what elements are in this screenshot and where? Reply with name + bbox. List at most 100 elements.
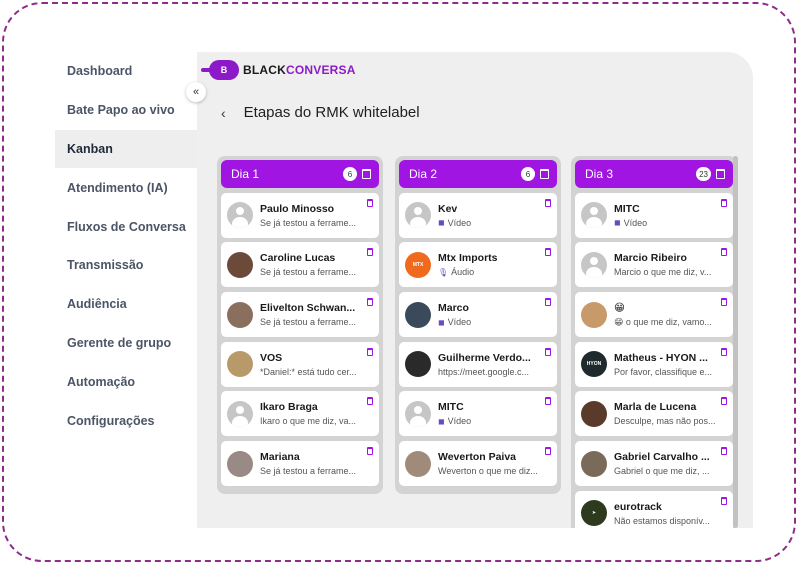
trash-icon[interactable] — [367, 198, 373, 207]
kanban-card[interactable]: Marcio Ribeiro Marcio o que me diz, v... — [575, 242, 733, 288]
trash-icon[interactable] — [545, 347, 551, 356]
trash-icon[interactable] — [721, 397, 727, 406]
avatar — [581, 301, 607, 328]
contact-name: eurotrack — [614, 500, 662, 513]
sidebar-item-gerente-de-grupo[interactable]: Gerente de grupo — [55, 324, 197, 363]
kanban-card[interactable]: Elivelton Schwan... Se já testou a ferra… — [221, 292, 379, 338]
last-message: Marcio o que me diz, v... — [614, 267, 712, 278]
last-message: 🎙 Áudio — [438, 267, 475, 278]
avatar — [581, 400, 607, 427]
contact-name: MITC — [438, 401, 464, 414]
trash-icon[interactable] — [545, 298, 551, 307]
trash-icon[interactable] — [721, 248, 727, 257]
kanban-card[interactable]: Ikaro Braga Ikaro o que me diz, va... — [221, 391, 379, 437]
trash-icon[interactable] — [367, 397, 373, 406]
avatar — [227, 400, 253, 427]
kanban-card[interactable]: Caroline Lucas Se já testou a ferrame... — [221, 242, 379, 288]
back-arrow-icon[interactable]: ‹ — [221, 105, 226, 121]
avatar — [227, 351, 253, 378]
sidebar-item-configura-es[interactable]: Configurações — [55, 401, 197, 440]
trash-icon[interactable] — [545, 397, 551, 406]
kanban-card[interactable]: Marco ◼ Vídeo — [399, 292, 557, 338]
kanban-card[interactable]: Paulo Minosso Se já testou a ferrame... — [221, 192, 379, 238]
kanban-card[interactable]: VOS *Daniel:* está tudo cer... — [221, 341, 379, 387]
last-message: ◼ Vídeo — [614, 217, 648, 228]
last-message: ◼ Vídeo — [438, 217, 472, 228]
sidebar-item-audi-ncia[interactable]: Audiência — [55, 285, 197, 324]
kanban-card[interactable]: Mariana Se já testou a ferrame... — [221, 441, 379, 487]
video-icon: ◼ — [438, 317, 445, 327]
video-icon: ◼ — [438, 416, 445, 426]
kanban-card[interactable]: Gabriel Carvalho ... Gabriel o que me di… — [575, 441, 733, 487]
contact-name: Ikaro Braga — [260, 401, 318, 414]
kanban-card[interactable]: Guilherme Verdo... https://meet.google.c… — [399, 341, 557, 387]
avatar — [405, 301, 431, 328]
trash-icon[interactable] — [367, 447, 373, 456]
page-header: ‹ Etapas do RMK whitelabel — [221, 104, 420, 121]
trash-icon[interactable] — [721, 198, 727, 207]
contact-name: Mtx Imports — [438, 252, 498, 265]
sidebar-item-atendimento-ia-[interactable]: Atendimento (IA) — [55, 168, 197, 207]
kanban-column: Dia 1 6 Paulo Minosso Se já testou a fer… — [217, 156, 383, 494]
trash-icon[interactable] — [367, 298, 373, 307]
avatar — [405, 351, 431, 378]
kanban-card[interactable]: Weverton Paiva Weverton o que me diz... — [399, 441, 557, 487]
avatar — [227, 202, 253, 229]
trash-icon[interactable] — [545, 248, 551, 257]
last-message: Se já testou a ferrame... — [260, 466, 357, 477]
trash-icon[interactable] — [545, 447, 551, 456]
sidebar-item-kanban[interactable]: Kanban — [55, 129, 197, 169]
last-message: ◼ Vídeo — [438, 317, 472, 328]
page-title: Etapas do RMK whitelabel — [243, 104, 420, 121]
trash-icon[interactable] — [367, 347, 373, 356]
kanban-card[interactable]: MITC ◼ Vídeo — [575, 192, 733, 238]
sidebar-item-transmiss-o[interactable]: Transmissão — [55, 246, 197, 285]
avatar — [227, 251, 253, 278]
double-chevron-left-icon: « — [192, 86, 200, 98]
kanban-card[interactable]: MTX Mtx Imports 🎙 Áudio — [399, 242, 557, 288]
contact-name: MITC — [614, 202, 640, 215]
kanban-card[interactable]: HYON Matheus - HYON ... Por favor, class… — [575, 341, 733, 387]
contact-name: Elivelton Schwan... — [260, 302, 356, 315]
last-message: Desculpe, mas não pos... — [614, 416, 716, 427]
sidebar-item-automa-o[interactable]: Automação — [55, 362, 197, 401]
last-message: ◼ Vídeo — [438, 416, 472, 427]
avatar: ➤ — [581, 500, 607, 527]
avatar — [581, 450, 607, 477]
trash-icon[interactable] — [540, 169, 549, 179]
trash-icon[interactable] — [362, 169, 371, 179]
last-message: Se já testou a ferrame... — [260, 317, 357, 328]
last-message: Gabriel o que me diz, ... — [614, 466, 710, 477]
board-scrollbar[interactable] — [733, 156, 738, 528]
avatar — [581, 202, 607, 229]
trash-icon[interactable] — [721, 298, 727, 307]
kanban-card[interactable]: 😁 😁 o que me diz, vamo... — [575, 292, 733, 338]
kanban-card[interactable]: MITC ◼ Vídeo — [399, 391, 557, 437]
contact-name: Paulo Minosso — [260, 202, 335, 215]
logo-text: BLACKCONVERSA — [243, 63, 356, 77]
kanban-card[interactable]: Marla de Lucena Desculpe, mas não pos... — [575, 391, 733, 437]
collapse-sidebar-button[interactable]: « — [186, 82, 206, 102]
last-message: Se já testou a ferrame... — [260, 267, 357, 278]
trash-icon[interactable] — [545, 198, 551, 207]
kanban-card[interactable]: ➤ eurotrack Não estamos disponív... — [575, 490, 733, 528]
sidebar-item-fluxos-de-conversa[interactable]: Fluxos de Conversa — [55, 207, 197, 246]
trash-icon[interactable] — [721, 447, 727, 456]
sidebar-item-dashboard[interactable]: Dashboard — [55, 52, 197, 91]
main-panel: B BLACKCONVERSA ‹ Etapas do RMK whitelab… — [197, 52, 753, 528]
last-message: Weverton o que me diz... — [438, 466, 538, 477]
avatar — [405, 202, 431, 229]
video-icon: ◼ — [614, 218, 621, 228]
sidebar-item-bate-papo-ao-vivo[interactable]: Bate Papo ao vivo — [55, 91, 197, 130]
trash-icon[interactable] — [367, 248, 373, 257]
contact-name: VOS — [260, 351, 283, 364]
trash-icon[interactable] — [721, 347, 727, 356]
contact-name: Weverton Paiva — [438, 451, 517, 464]
column-header: Dia 2 6 — [399, 160, 557, 188]
column-title: Dia 1 — [231, 167, 260, 181]
trash-icon[interactable] — [721, 496, 727, 505]
kanban-card[interactable]: Kev ◼ Vídeo — [399, 192, 557, 238]
contact-name: Marcio Ribeiro — [614, 252, 687, 265]
column-header: Dia 1 6 — [221, 160, 379, 188]
trash-icon[interactable] — [716, 169, 725, 179]
